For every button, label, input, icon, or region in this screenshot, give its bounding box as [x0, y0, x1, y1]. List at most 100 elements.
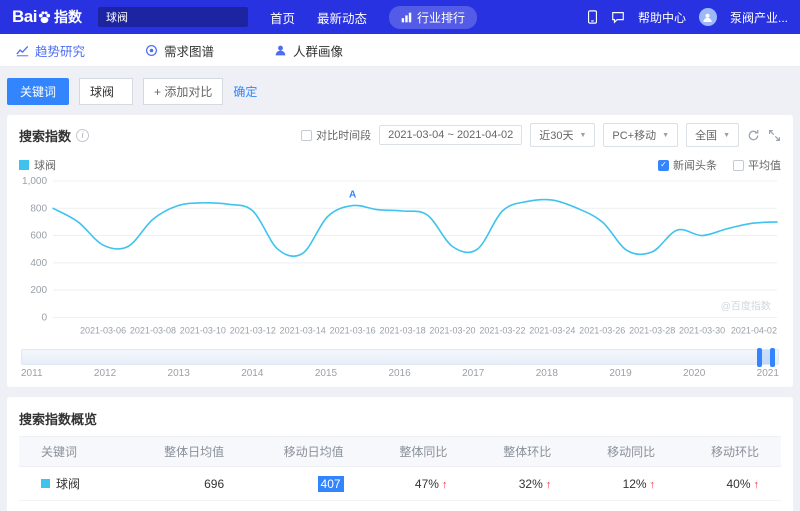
- up-arrow-icon: ↑: [545, 478, 552, 491]
- svg-text:2021-03-24: 2021-03-24: [529, 325, 575, 335]
- svg-text:2021-03-08: 2021-03-08: [130, 325, 176, 335]
- chart-area: 0 200 400 600 800 1,000 2021-03-06 2021-03-08 20…: [19, 175, 781, 345]
- check-icon: ✓: [660, 160, 667, 169]
- series-legend[interactable]: 球阀: [19, 157, 56, 173]
- info-icon[interactable]: i: [76, 128, 90, 142]
- navbar-right: 帮助中心 泵阀产业...: [587, 8, 788, 26]
- logo-text-index: 指数: [53, 9, 82, 25]
- industry-ranking-button[interactable]: 行业排行: [389, 5, 478, 29]
- tab-demand-map[interactable]: 需求图谱: [145, 41, 214, 60]
- average-label: 平均值: [748, 160, 781, 172]
- user-icon: [703, 13, 713, 22]
- nav-news-link[interactable]: 最新动态: [317, 8, 367, 27]
- series-legend-label: 球阀: [34, 160, 56, 172]
- expand-icon[interactable]: [768, 129, 781, 142]
- news-headlines-toggle[interactable]: ✓ 新闻头条: [658, 157, 717, 173]
- ranking-icon: [401, 12, 412, 22]
- chart-controls: 对比时间段 2021-03-04 ~ 2021-04-02 近30天 ▼ PC+…: [301, 123, 781, 147]
- tab-label: 人群画像: [293, 44, 344, 59]
- help-center-link[interactable]: 帮助中心: [638, 9, 686, 26]
- person-icon: [275, 45, 286, 55]
- cell-overall-daily-avg: 696: [126, 466, 247, 502]
- overview-table: 关键词 整体日均值 移动日均值 整体同比 整体环比 移动同比 移动环比 球阀 6…: [19, 436, 781, 502]
- tab-audience-profile[interactable]: 人群画像: [274, 41, 343, 60]
- search-index-panel: 搜索指数 i 对比时间段 2021-03-04 ~ 2021-04-02 近30…: [7, 115, 793, 388]
- timeline-year-label: 2014: [241, 368, 264, 380]
- search-index-line-chart[interactable]: 0 200 400 600 800 1,000 2021-03-06 2021-03-08 20…: [19, 175, 781, 345]
- col-mobile-daily-avg: 移动日均值: [246, 436, 366, 468]
- baidu-index-logo[interactable]: Bai 指数: [12, 7, 82, 27]
- col-overall-qoq: 整体环比: [469, 436, 574, 468]
- compare-period-control[interactable]: 对比时间段: [301, 127, 371, 143]
- chevron-down-icon: ▼: [579, 131, 587, 139]
- series-swatch: [41, 479, 50, 489]
- svg-text:2021-03-20: 2021-03-20: [429, 325, 475, 335]
- row-keyword-label: 球阀: [56, 477, 81, 492]
- highlighted-value: 407: [317, 475, 344, 492]
- mobile-app-icon[interactable]: [587, 10, 598, 24]
- svg-text:2021-03-14: 2021-03-14: [280, 325, 326, 335]
- search-input[interactable]: [97, 7, 248, 27]
- legend-row: 球阀 ✓ 新闻头条 平均值: [19, 157, 781, 173]
- tab-label: 趋势研究: [35, 44, 86, 59]
- device-value: PC+移动: [612, 130, 657, 142]
- average-checkbox[interactable]: [733, 159, 744, 171]
- news-headlines-checkbox[interactable]: ✓: [658, 159, 669, 171]
- timeline-handle-right[interactable]: [770, 348, 775, 368]
- time-range-select[interactable]: 近30天 ▼: [530, 123, 596, 147]
- date-range-value: 2021-03-04 ~ 2021-04-02: [388, 129, 514, 141]
- timeline-year-label: 2019: [609, 368, 632, 380]
- cell-mobile-qoq: 40% ↑: [677, 466, 781, 502]
- username[interactable]: 泵阀产业...: [730, 9, 788, 26]
- svg-text:2021-03-18: 2021-03-18: [379, 325, 425, 335]
- cell-overall-qoq: 32% ↑: [469, 466, 574, 502]
- confirm-button[interactable]: 确定: [233, 83, 257, 100]
- col-mobile-qoq: 移动环比: [677, 436, 781, 468]
- keyword-chip[interactable]: 球阀: [79, 78, 134, 105]
- up-arrow-icon: ↑: [753, 478, 760, 491]
- cell-overall-yoy: 47% ↑: [365, 466, 470, 502]
- chat-icon[interactable]: [611, 10, 625, 24]
- keyword-label-button[interactable]: 关键词: [7, 78, 70, 105]
- tab-label: 需求图谱: [164, 44, 215, 59]
- cell-mobile-daily-avg: 407: [246, 466, 366, 502]
- panel-header: 搜索指数 i 对比时间段 2021-03-04 ~ 2021-04-02 近30…: [19, 123, 781, 147]
- date-range-picker[interactable]: 2021-03-04 ~ 2021-04-02: [379, 125, 523, 145]
- timeline-slider[interactable]: [21, 348, 779, 368]
- up-arrow-icon: ↑: [441, 478, 448, 491]
- radar-dot-icon: [146, 44, 157, 56]
- col-overall-yoy: 整体同比: [365, 436, 470, 468]
- page-content: 关键词 球阀 + 添加对比 确定 搜索指数 i 对比时间段 2021-03-04…: [0, 67, 800, 511]
- col-keyword: 关键词: [19, 436, 127, 468]
- row-keyword[interactable]: 球阀: [41, 475, 105, 492]
- col-overall-daily-avg: 整体日均值: [126, 436, 247, 468]
- average-toggle[interactable]: 平均值: [733, 157, 781, 173]
- chevron-down-icon: ▼: [662, 131, 670, 139]
- timeline-years: 2011 2012 2013 2014 2015 2016 2017 2018 2019 2020…: [21, 368, 779, 379]
- col-mobile-yoy: 移动同比: [573, 436, 678, 468]
- keyword-bar: 关键词 球阀 + 添加对比 确定: [7, 78, 793, 105]
- series-swatch: [19, 160, 29, 170]
- svg-text:2021-03-10: 2021-03-10: [180, 325, 226, 335]
- svg-text:2021-03-06: 2021-03-06: [80, 325, 126, 335]
- tab-trend-research[interactable]: 趋势研究: [16, 41, 85, 60]
- avatar[interactable]: [698, 8, 717, 26]
- region-select[interactable]: 全国 ▼: [686, 123, 739, 147]
- timeline-year-label: 2018: [535, 368, 558, 380]
- cell-mobile-yoy: 12% ↑: [573, 466, 678, 502]
- svg-text:2021-04-02: 2021-04-02: [731, 325, 777, 335]
- svg-text:2021-03-12: 2021-03-12: [230, 325, 276, 335]
- timeline-year-label: 2013: [167, 368, 190, 380]
- nav-home-link[interactable]: 首页: [270, 8, 295, 27]
- compare-period-label: 对比时间段: [316, 130, 372, 142]
- compare-period-checkbox[interactable]: [301, 129, 313, 141]
- chevron-down-icon: ▼: [723, 131, 730, 139]
- news-headlines-label: 新闻头条: [673, 160, 717, 172]
- svg-text:2021-03-16: 2021-03-16: [330, 325, 376, 335]
- timeline-year-label: 2021: [756, 368, 779, 380]
- trend-chart-icon: [16, 45, 29, 56]
- device-select[interactable]: PC+移动 ▼: [603, 123, 679, 147]
- add-compare-button[interactable]: + 添加对比: [143, 78, 224, 105]
- refresh-icon[interactable]: [747, 129, 760, 142]
- timeline-handle-left[interactable]: [757, 348, 762, 368]
